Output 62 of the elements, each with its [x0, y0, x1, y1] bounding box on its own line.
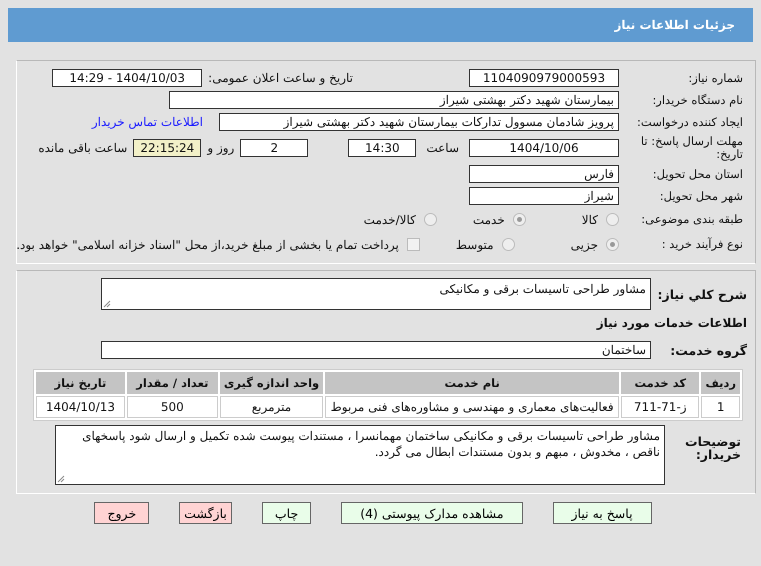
- column-header: ردیف: [701, 372, 740, 394]
- city-field[interactable]: شیراز: [469, 187, 619, 205]
- radio-label: متوسط: [456, 238, 494, 252]
- radio-label: جزیی: [570, 238, 598, 252]
- service-group-field[interactable]: ساختمان: [101, 341, 651, 359]
- field-label: ایجاد کننده درخواست:: [636, 116, 743, 128]
- resize-grip-icon: [103, 300, 111, 308]
- need-number-field[interactable]: 1104090979000593: [469, 69, 619, 87]
- field-label: طبقه بندی موضوعی:: [640, 213, 743, 226]
- remaining-time-field: 22:15:24: [133, 139, 202, 157]
- radio-button[interactable]: [606, 213, 619, 226]
- field-label: ساعت: [426, 141, 459, 155]
- section-heading: اطلاعات خدمات مورد نیاز: [596, 316, 747, 330]
- radio-button[interactable]: [606, 238, 619, 251]
- column-header: نام خدمت: [325, 372, 620, 394]
- field-label: نوع فرآیند خرید :: [660, 238, 743, 251]
- summary-textarea[interactable]: مشاور طراحی تاسیسات برقی و مکانیکی: [101, 278, 651, 310]
- field-label: شرح کلي نياز:: [657, 288, 747, 300]
- requester-field[interactable]: پرویز شادمان مسوول تدارکات بیمارستان شهید دکتر بهشتی شیراز: [219, 113, 619, 131]
- buyer-contact-link[interactable]: اطلاعات تماس خریدار: [92, 115, 203, 129]
- checkbox-label: پرداخت تمام یا بخشی از مبلغ خرید،از محل "اسناد خزانه اسلامی" خواهد بود.: [16, 238, 399, 252]
- radio-button[interactable]: [424, 213, 437, 226]
- field-label: تاریخ و ساعت اعلان عمومی:: [208, 71, 353, 85]
- field-label: شهر محل تحویل:: [658, 190, 743, 202]
- field-label: توضیحات خریدار:: [684, 435, 741, 461]
- radio-label: کالا/خدمت: [364, 212, 416, 226]
- table-cell: 500: [126, 396, 218, 418]
- page-title: جزئیات اطلاعات نیاز: [614, 18, 735, 32]
- field-label: مهلت ارسال پاسخ: تا تاریخ:: [640, 135, 743, 161]
- field-label: شماره نیاز:: [687, 72, 743, 84]
- table-cell: مترمربع: [220, 396, 324, 418]
- field-label: ساعت باقی مانده: [38, 141, 128, 155]
- checkbox[interactable]: [406, 238, 420, 251]
- radio-label: کالا: [582, 212, 598, 226]
- table-cell: ز-71-711: [621, 396, 700, 418]
- buyer-notes-textarea[interactable]: مشاور طراحی تاسیسات برقی و مکانیکی ساختمان مهمانسرا ، مستندات پیوست شده تکمیل و ارسال شود پاسخهای ناقص ، مخدوش ، مبهم و بدون مستندات ابطال می گردد.: [55, 425, 665, 485]
- deadline-time-field[interactable]: 14:30: [348, 139, 416, 157]
- table-cell: 1404/10/13: [36, 396, 125, 418]
- field-label: نام دستگاه خریدار:: [651, 94, 743, 106]
- radio-button[interactable]: [502, 238, 515, 251]
- province-field[interactable]: فارس: [469, 165, 619, 183]
- column-header: تاریخ نیاز: [36, 372, 125, 394]
- table-cell: فعالیت‌های معماری و مهندسی و مشاوره‌های فنی مربوط: [325, 396, 620, 418]
- action-button[interactable]: چاپ: [262, 502, 312, 524]
- resize-grip-icon: [57, 475, 65, 483]
- field-label: استان محل تحویل:: [652, 168, 743, 180]
- buyer-org-field[interactable]: بیمارستان شهید دکتر بهشتی شیراز: [169, 91, 619, 109]
- action-button[interactable]: خروج: [94, 502, 150, 524]
- radio-button[interactable]: [512, 213, 526, 226]
- column-header: تعداد / مقدار: [126, 372, 218, 394]
- column-header: واحد اندازه گیری: [220, 372, 324, 394]
- announce-date-field[interactable]: 1404/10/03 - 14:29: [52, 69, 202, 87]
- action-button[interactable]: مشاهده مدارک پیوستی (4): [341, 502, 523, 524]
- field-label: گروه خدمت:: [669, 344, 747, 356]
- deadline-date-field[interactable]: 1404/10/06: [469, 139, 619, 157]
- field-label: روز و: [207, 141, 234, 155]
- action-button[interactable]: پاسخ به نیاز: [552, 502, 652, 524]
- radio-label: خدمت: [472, 212, 505, 226]
- column-header: کد خدمت: [621, 372, 700, 394]
- days-field[interactable]: 2: [240, 139, 308, 157]
- action-button[interactable]: بازگشت: [179, 502, 232, 524]
- table-cell: 1: [701, 396, 740, 418]
